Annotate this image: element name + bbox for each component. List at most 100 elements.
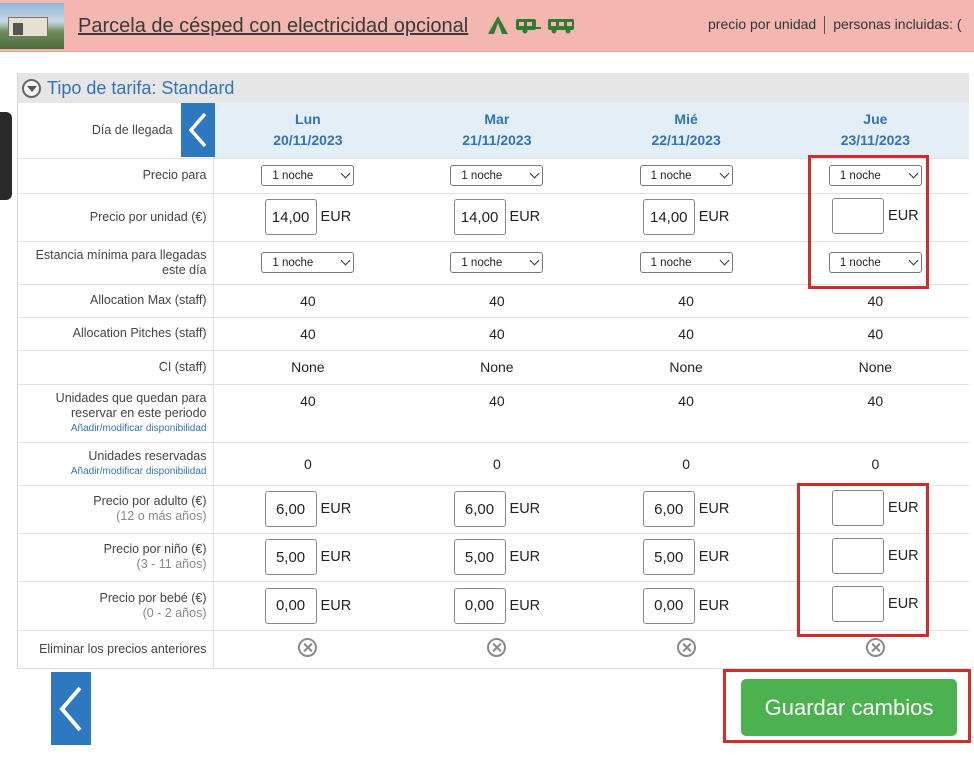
- collapse-icon[interactable]: [22, 78, 41, 98]
- price-for-select[interactable]: 1 noche: [639, 165, 733, 186]
- table-row: CI (staff) None None None None: [18, 350, 969, 385]
- select-value: 1 noche: [461, 169, 503, 182]
- modify-availability-link[interactable]: Añadir/modificar disponibilidad: [18, 421, 207, 436]
- currency-label: EUR: [509, 597, 541, 614]
- baby-ages-text: (0 - 2 años): [142, 605, 207, 620]
- currency-label: EUR: [509, 209, 541, 225]
- child-price-input[interactable]: 5,00: [264, 539, 317, 575]
- child-price-input[interactable]: [832, 537, 885, 574]
- ci-label: CI (staff): [18, 350, 214, 385]
- delete-circle-icon[interactable]: [676, 638, 696, 657]
- previous-days-button-bottom[interactable]: [51, 672, 91, 745]
- product-title-link[interactable]: Parcela de césped con electricidad opcio…: [78, 15, 468, 38]
- currency-label: EUR: [320, 209, 352, 225]
- table-row: Allocation Pitches (staff) 40 40 40 40: [18, 317, 969, 351]
- price-for-select[interactable]: 1 noche: [261, 165, 355, 186]
- unit-price-input[interactable]: 14,00: [453, 199, 506, 235]
- units-left-text: Unidades que quedan para reservar en est…: [55, 390, 207, 420]
- select-value: 1 noche: [839, 169, 881, 182]
- day-of-week: Lun: [295, 111, 321, 128]
- currency-label: EUR: [509, 549, 541, 565]
- previous-days-button[interactable]: [180, 103, 215, 157]
- ci-value: None: [780, 350, 969, 385]
- chevron-down-icon: [529, 168, 540, 179]
- delete-circle-icon[interactable]: [487, 638, 507, 657]
- side-feedback-tab[interactable]: [0, 112, 12, 200]
- panel-header[interactable]: Tipo de tarifa: Standard: [18, 73, 969, 103]
- ci-value: None: [591, 350, 781, 385]
- panel-title: Tipo de tarifa: Standard: [47, 77, 235, 98]
- table-row: Allocation Max (staff) 40 40 40 40: [18, 284, 969, 318]
- baby-price-input[interactable]: 0,00: [642, 587, 695, 624]
- child-price-input[interactable]: 5,00: [642, 539, 695, 575]
- table-row: Precio por unidad (€) 14,00 EUR 14,00 EUR …: [18, 193, 969, 242]
- chevron-down-icon: [908, 168, 919, 179]
- table-row: Precio por niño (€) (3 - 11 años) 5,00 EUR…: [18, 533, 969, 582]
- unit-price-label: Precio por unidad (€): [18, 193, 214, 242]
- units-booked-value: 0: [402, 442, 592, 486]
- price-for-label: Precio para: [18, 158, 214, 194]
- baby-price-input[interactable]: 0,00: [264, 587, 317, 624]
- baby-price-label: Precio por bebé (€) (0 - 2 años): [18, 581, 214, 631]
- chevron-down-icon: [908, 255, 919, 266]
- product-thumbnail[interactable]: [0, 3, 64, 49]
- table-row: Unidades que quedan para reservar en est…: [18, 384, 969, 443]
- accommodation-type-icons: [487, 15, 575, 35]
- baby-price-text: Precio por bebé (€): [99, 590, 207, 605]
- arrival-day-label: Día de llegada: [18, 103, 215, 159]
- select-value: 1 noche: [461, 256, 503, 269]
- table-row: Unidades reservadas Añadir/modificar dis…: [18, 442, 969, 486]
- units-left-label: Unidades que quedan para reservar en est…: [18, 384, 214, 443]
- price-for-select[interactable]: 1 noche: [450, 165, 544, 186]
- day-header: Jue 23/11/2023: [780, 103, 969, 159]
- allocation-pitches-value: 40: [402, 317, 592, 351]
- units-booked-text: Unidades reservadas: [88, 448, 207, 463]
- units-booked-label: Unidades reservadas Añadir/modificar dis…: [18, 442, 214, 486]
- baby-price-input[interactable]: [832, 586, 885, 622]
- unit-price-input[interactable]: [832, 197, 885, 234]
- currency-label: EUR: [888, 499, 919, 516]
- allocation-max-value: 40: [402, 284, 592, 318]
- min-stay-select[interactable]: 1 noche: [450, 252, 544, 273]
- delete-circle-icon[interactable]: [865, 638, 885, 657]
- caravan-icon: [516, 19, 541, 34]
- rates-panel: Tipo de tarifa: Standard Día de llegada …: [17, 73, 969, 669]
- units-booked-value: 0: [780, 442, 969, 486]
- adult-price-text: Precio por adulto (€): [93, 494, 207, 508]
- table-row: Precio para 1 noche 1 noche 1 noche 1 no…: [18, 158, 969, 194]
- unit-price-input[interactable]: 14,00: [264, 199, 317, 235]
- delete-previous-label: Eliminar los precios anteriores: [18, 630, 214, 669]
- table-row: Precio por bebé (€) (0 - 2 años) 0,00 EUR …: [18, 581, 969, 631]
- allocation-pitches-value: 40: [213, 317, 403, 351]
- adult-price-label: Precio por adulto (€) (12 o más años): [18, 485, 214, 534]
- delete-circle-icon[interactable]: [298, 638, 318, 657]
- min-stay-select[interactable]: 1 noche: [828, 252, 922, 273]
- baby-price-input[interactable]: 0,00: [453, 587, 506, 624]
- currency-label: EUR: [698, 597, 730, 614]
- currency-label: EUR: [320, 597, 352, 614]
- min-stay-select[interactable]: 1 noche: [639, 252, 733, 273]
- adult-price-input[interactable]: [832, 489, 885, 526]
- unit-price-input[interactable]: 14,00: [642, 199, 695, 235]
- currency-label: EUR: [698, 501, 730, 517]
- save-changes-button[interactable]: Guardar cambios: [741, 679, 957, 736]
- modify-availability-link[interactable]: Añadir/modificar disponibilidad: [18, 464, 207, 479]
- adult-price-input[interactable]: 6,00: [642, 491, 695, 527]
- units-left-value: 40: [780, 384, 969, 443]
- child-price-input[interactable]: 5,00: [453, 539, 506, 575]
- adult-ages-text: (12 o más años): [116, 509, 207, 523]
- chevron-down-icon: [529, 255, 540, 266]
- select-value: 1 noche: [839, 256, 881, 269]
- adult-price-input[interactable]: 6,00: [264, 491, 317, 527]
- price-for-select[interactable]: 1 noche: [828, 165, 922, 186]
- day-of-week: Jue: [863, 111, 888, 128]
- chevron-down-icon: [719, 255, 730, 266]
- adult-price-input[interactable]: 6,00: [453, 491, 506, 527]
- currency-label: EUR: [320, 501, 352, 517]
- min-stay-label: Estancia mínima para llegadas este día: [18, 241, 214, 285]
- select-value: 1 noche: [650, 256, 692, 269]
- min-stay-select[interactable]: 1 noche: [261, 252, 355, 273]
- allocation-max-value: 40: [780, 284, 969, 318]
- select-value: 1 noche: [650, 169, 692, 182]
- ci-value: None: [402, 350, 592, 385]
